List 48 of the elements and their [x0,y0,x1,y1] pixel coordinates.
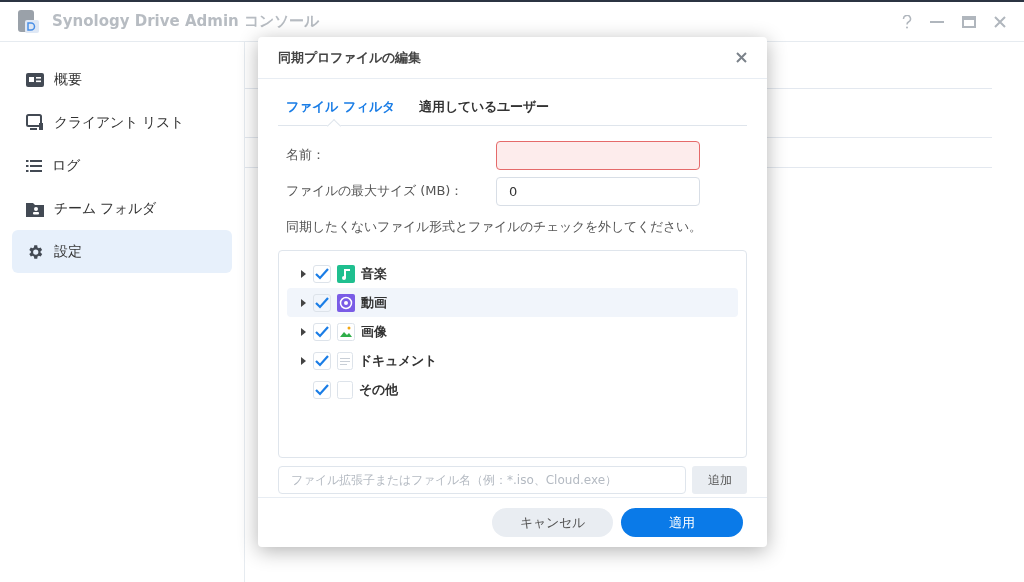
sidebar-item[interactable]: 概要 [12,58,232,101]
checkbox[interactable] [313,264,331,283]
blank-file-icon [337,380,353,399]
checkbox[interactable] [313,293,331,312]
input-field[interactable]: 0 [496,176,700,206]
tree-row[interactable]: その他 [287,375,738,404]
caret-icon[interactable] [299,327,307,336]
caret-icon[interactable] [299,269,307,278]
window-title: Synology Drive Admin コンソール [52,12,320,31]
tree-label: 動画 [361,293,387,312]
tree-row[interactable]: 音楽 [287,259,738,288]
folder-user-icon [26,200,44,217]
tree-row[interactable]: 画像 [287,317,738,346]
field-label: 名前： [286,146,326,164]
tree-row[interactable]: 動画 [287,288,738,317]
checkbox[interactable] [313,380,331,399]
music-note-icon [337,264,355,283]
monitor-icon [26,114,44,131]
cancel-button[interactable]: キャンセル [492,508,613,537]
sidebar-item[interactable]: クライアント リスト [12,101,232,144]
play-circle-icon [337,293,355,312]
apply-button[interactable]: 適用 [621,508,743,537]
tree-label: 画像 [361,322,387,341]
extension-input[interactable]: ファイル拡張子またはファイル名（例：*.iso、Cloud.exe） [278,466,686,494]
image-icon [337,322,355,341]
add-button[interactable]: 追加 [692,466,747,494]
checkbox[interactable] [313,322,331,341]
checkbox[interactable] [313,351,331,370]
tree-label: その他 [359,380,398,399]
list-icon [26,158,42,173]
sidebar-item[interactable]: チーム フォルダ [12,187,232,230]
document-icon [337,351,353,370]
caret-icon[interactable] [299,356,307,365]
tab[interactable]: 適用しているユーザー [418,95,549,125]
caret-icon[interactable] [299,298,307,307]
tree-label: ドキュメント [359,351,437,370]
tree-row[interactable]: ドキュメント [287,346,738,375]
instruction-text: 同期したくないファイル形式とファイルのチェックを外してください。 [285,218,703,236]
input-field[interactable] [496,140,700,170]
close-icon[interactable] [736,52,747,63]
sidebar-item[interactable]: ログ [12,144,232,187]
id-card-icon [26,71,44,88]
tab[interactable]: ファイル フィルタ [286,95,395,125]
tree-label: 音楽 [361,264,387,283]
sidebar-item[interactable]: 設定 [12,230,232,273]
dialog-title: 同期プロファイルの編集 [278,48,421,67]
app-logo-icon [18,9,40,34]
field-label: ファイルの最大サイズ (MB)： [286,182,465,200]
